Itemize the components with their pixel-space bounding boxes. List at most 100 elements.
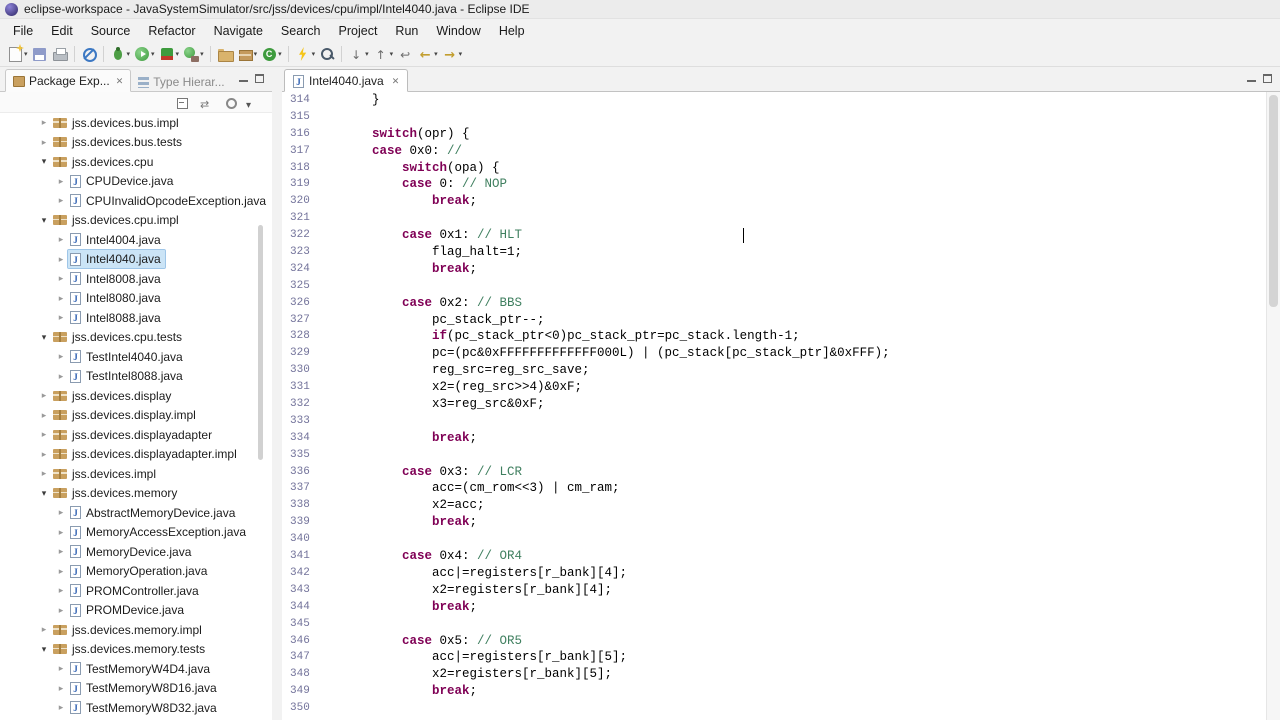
code-line[interactable]: 348 x2=registers[r_bank][5]; <box>282 666 1266 683</box>
expand-arrow-icon[interactable]: ▸ <box>54 507 68 518</box>
menu-source[interactable]: Source <box>82 21 140 41</box>
line-number[interactable]: 342 <box>282 565 312 582</box>
line-number[interactable]: 316 <box>282 126 312 143</box>
line-number[interactable]: 323 <box>282 244 312 261</box>
tree-item[interactable]: ▸ PROMDevice.java <box>0 601 272 621</box>
menu-help[interactable]: Help <box>490 21 534 41</box>
expand-arrow-icon[interactable]: ▸ <box>37 410 51 421</box>
code-line[interactable]: 332 x3=reg_src&0xF; <box>282 396 1266 413</box>
debug-button[interactable]: ▾ <box>108 43 133 65</box>
line-number[interactable]: 321 <box>282 210 312 227</box>
tree-item[interactable]: ▸ MemoryAccessException.java <box>0 523 272 543</box>
maximize-editor-button[interactable] <box>1263 74 1272 83</box>
expand-arrow-icon[interactable]: ▸ <box>54 585 68 596</box>
new-class-button[interactable]: ▾ <box>259 43 284 65</box>
expand-arrow-icon[interactable]: ▸ <box>54 702 68 713</box>
code-line[interactable]: 318 switch(opa) { <box>282 160 1266 177</box>
line-number[interactable]: 335 <box>282 447 312 464</box>
link-with-editor-button[interactable] <box>200 95 214 109</box>
line-number[interactable]: 329 <box>282 345 312 362</box>
tree-item[interactable]: ▸ Intel8088.java <box>0 308 272 328</box>
menu-search[interactable]: Search <box>272 21 330 41</box>
line-number[interactable]: 314 <box>282 92 312 109</box>
menu-window[interactable]: Window <box>427 21 489 41</box>
code-line[interactable]: 315 <box>282 109 1266 126</box>
type-hierarchy-tab[interactable]: Type Hierar... <box>131 71 231 92</box>
expand-arrow-icon[interactable]: ▾ <box>37 488 51 499</box>
tree-item[interactable]: ▸ jss.devices.displayadapter.impl <box>0 445 272 465</box>
code-line[interactable]: 325 <box>282 278 1266 295</box>
line-number[interactable]: 330 <box>282 362 312 379</box>
editor-scrollbar-thumb[interactable] <box>1269 95 1278 307</box>
line-number[interactable]: 331 <box>282 379 312 396</box>
expand-arrow-icon[interactable]: ▸ <box>37 137 51 148</box>
expand-arrow-icon[interactable]: ▸ <box>54 527 68 538</box>
focus-button[interactable] <box>223 95 237 109</box>
expand-arrow-icon[interactable]: ▸ <box>54 546 68 557</box>
expand-arrow-icon[interactable]: ▸ <box>37 449 51 460</box>
run-button[interactable]: ▾ <box>132 43 157 65</box>
line-number[interactable]: 340 <box>282 531 312 548</box>
tree-item[interactable]: ▾ jss.devices.memory.tests <box>0 640 272 660</box>
code-line[interactable]: 333 <box>282 413 1266 430</box>
editor-tab-intel4040[interactable]: Intel4040.java ✕ <box>284 69 409 92</box>
line-number[interactable]: 338 <box>282 497 312 514</box>
expand-arrow-icon[interactable]: ▸ <box>54 683 68 694</box>
new-wizard-button[interactable]: ▾ <box>5 43 30 65</box>
expand-arrow-icon[interactable]: ▾ <box>37 215 51 226</box>
sash-divider[interactable] <box>272 67 282 720</box>
expand-arrow-icon[interactable]: ▸ <box>37 390 51 401</box>
back-button[interactable]: ▾ <box>415 43 440 65</box>
collapse-all-button[interactable] <box>177 95 191 109</box>
line-number[interactable]: 324 <box>282 261 312 278</box>
line-number[interactable]: 318 <box>282 160 312 177</box>
search-button[interactable] <box>317 43 337 65</box>
line-number[interactable]: 347 <box>282 649 312 666</box>
line-number[interactable]: 332 <box>282 396 312 413</box>
code-line[interactable]: 347 acc|=registers[r_bank][5]; <box>282 649 1266 666</box>
tree-scrollbar-thumb[interactable] <box>258 225 263 460</box>
menu-file[interactable]: File <box>4 21 42 41</box>
menu-project[interactable]: Project <box>330 21 387 41</box>
expand-arrow-icon[interactable]: ▸ <box>37 429 51 440</box>
expand-arrow-icon[interactable]: ▸ <box>54 566 68 577</box>
editor-scrollbar[interactable] <box>1266 92 1280 720</box>
code-editor[interactable]: 314 } 315 316 switch(opr) {317 case 0x0: /… <box>282 92 1266 717</box>
package-explorer-tab[interactable]: Package Exp... ✕ <box>5 69 132 92</box>
line-number[interactable]: 319 <box>282 176 312 193</box>
code-line[interactable]: 319 case 0: // NOP <box>282 176 1266 193</box>
expand-arrow-icon[interactable]: ▸ <box>54 273 68 284</box>
line-number[interactable]: 350 <box>282 700 312 717</box>
view-menu-button[interactable] <box>246 95 260 109</box>
tree-item[interactable]: ▸ CPUDevice.java <box>0 172 272 192</box>
code-line[interactable]: 344 break; <box>282 599 1266 616</box>
tree-item[interactable]: ▸ TestIntel4040.java <box>0 347 272 367</box>
skip-breakpoints-button[interactable] <box>79 43 99 65</box>
editor-body[interactable]: 314 } 315 316 switch(opr) {317 case 0x0: /… <box>282 92 1280 720</box>
expand-arrow-icon[interactable]: ▾ <box>37 156 51 167</box>
new-java-project-button[interactable] <box>215 43 235 65</box>
code-line[interactable]: 336 case 0x3: // LCR <box>282 464 1266 481</box>
external-tools-button[interactable]: ▾ <box>181 43 206 65</box>
tree-item[interactable]: ▾ jss.devices.cpu.tests <box>0 328 272 348</box>
close-icon[interactable]: ✕ <box>392 76 400 87</box>
expand-arrow-icon[interactable]: ▸ <box>54 234 68 245</box>
tree-item[interactable]: ▸ jss.devices.memory.impl <box>0 620 272 640</box>
tree-item[interactable]: ▸ TestMemoryW8D32.java <box>0 698 272 718</box>
close-icon[interactable]: ✕ <box>116 76 124 87</box>
expand-arrow-icon[interactable]: ▸ <box>54 605 68 616</box>
menu-navigate[interactable]: Navigate <box>205 21 272 41</box>
tree-item[interactable]: ▸ AbstractMemoryDevice.java <box>0 503 272 523</box>
line-number[interactable]: 322 <box>282 227 312 244</box>
print-button[interactable] <box>50 43 70 65</box>
code-line[interactable]: 349 break; <box>282 683 1266 700</box>
code-line[interactable]: 323 flag_halt=1; <box>282 244 1266 261</box>
code-line[interactable]: 340 <box>282 531 1266 548</box>
tree-item[interactable]: ▸ CPUInvalidOpcodeException.java <box>0 191 272 211</box>
line-number[interactable]: 336 <box>282 464 312 481</box>
expand-arrow-icon[interactable]: ▸ <box>54 312 68 323</box>
code-line[interactable]: 327 pc_stack_ptr--; <box>282 312 1266 329</box>
code-line[interactable]: 337 acc=(cm_rom<<3) | cm_ram; <box>282 480 1266 497</box>
line-number[interactable]: 344 <box>282 599 312 616</box>
lightning-button[interactable]: ▾ <box>293 43 318 65</box>
